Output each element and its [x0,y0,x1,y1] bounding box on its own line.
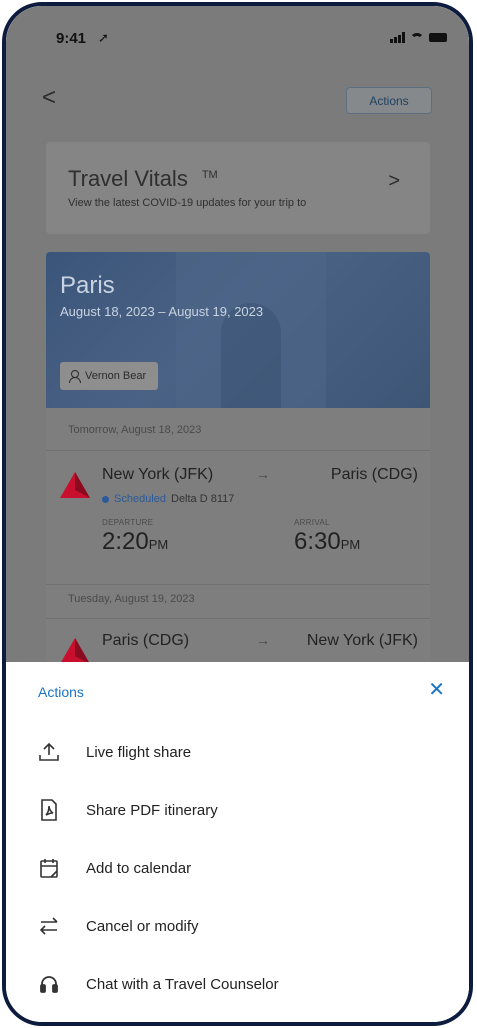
destination: New York (JFK) [306,632,418,649]
vitals-subtitle: View the latest COVID-19 updates for you… [68,197,307,209]
back-button[interactable]: < [42,86,56,110]
action-add-calendar[interactable]: Add to calendar [34,844,444,892]
calendar-icon [34,853,64,883]
actions-sheet: Actions ✕ Live flight share Share PDF it… [6,662,469,1022]
location-arrow-icon: ➚ [98,30,109,45]
status-icons [390,32,447,43]
upload-share-icon [34,737,64,767]
trip-dates: August 18, 2023 – August 19, 2023 [60,304,264,319]
travel-vitals-card[interactable]: Travel Vitals TM View the latest COVID-19… [46,142,430,234]
segment-day-label: Tuesday, August 19, 2023 [68,593,195,605]
trip-page-dimmed: < Actions Travel Vitals TM View the lates… [6,68,469,662]
action-label: Share PDF itinerary [86,801,218,819]
flight-segment[interactable]: New York (JFK) → Paris (CDG) Scheduled D… [46,458,430,578]
status-time: 9:41 [56,30,87,47]
action-label: Live flight share [86,743,192,761]
divider [46,584,430,585]
flight-number: Delta D 8117 [171,493,235,505]
action-label: Cancel or modify [86,917,199,935]
person-icon [68,370,81,383]
flight-segment[interactable]: Paris (CDG) → New York (JFK) [46,624,430,662]
action-label: Add to calendar [86,859,192,877]
origin: New York (JFK) [102,466,214,483]
status-text: Scheduled [114,493,166,505]
divider [46,618,430,619]
action-live-flight-share[interactable]: Live flight share [34,728,444,776]
sheet-title: Actions [38,684,84,700]
delta-logo-icon [60,472,90,498]
itinerary-list: Tomorrow, August 18, 2023 New York (JFK)… [46,408,430,662]
destination: Paris (CDG) [330,466,418,483]
arrival-label: ARRIVAL [294,518,330,527]
battery-icon [429,33,447,42]
swap-arrows-icon [34,911,64,941]
close-button[interactable]: ✕ [428,680,445,700]
destination-city: Paris [60,272,115,299]
route-arrow: → [256,466,270,482]
actions-button[interactable]: Actions [346,87,432,114]
origin: Paris (CDG) [102,632,190,649]
segment-day-label: Tomorrow, August 18, 2023 [68,424,202,436]
action-cancel-modify[interactable]: Cancel or modify [34,902,444,950]
headset-icon [34,969,64,999]
pdf-file-icon [34,795,64,825]
departure-time: 2:20PM [102,528,169,555]
status-bar: 9:41 ➚ [6,6,469,68]
delta-logo-icon [61,638,89,662]
arrival-time: 6:30PM [294,528,361,555]
traveler-name: Vernon Bear [85,370,147,382]
screen: 9:41 ➚ < Actions Travel Vitals TM View th… [6,6,469,1022]
action-share-pdf[interactable]: Share PDF itinerary [34,786,444,834]
signal-icon [390,32,405,43]
action-label: Chat with a Travel Counselor [86,975,279,993]
arc-de-triomphe-image [176,252,326,408]
traveler-chip[interactable]: Vernon Bear [60,362,159,390]
vitals-title: Travel Vitals TM [68,166,218,191]
chevron-right-icon: > [388,170,400,192]
wifi-icon [410,32,424,43]
route-arrow: → [256,632,270,648]
divider [46,450,430,451]
trademark: TM [201,168,218,181]
action-chat-counselor[interactable]: Chat with a Travel Counselor [34,960,444,1008]
status-dot-icon [102,495,109,503]
device-frame: 9:41 ➚ < Actions Travel Vitals TM View th… [2,2,473,1026]
departure-label: DEPARTURE [102,518,154,527]
destination-hero: Paris August 18, 2023 – August 19, 2023 … [46,252,430,408]
flight-status: Scheduled Delta D 8117 [102,493,234,505]
